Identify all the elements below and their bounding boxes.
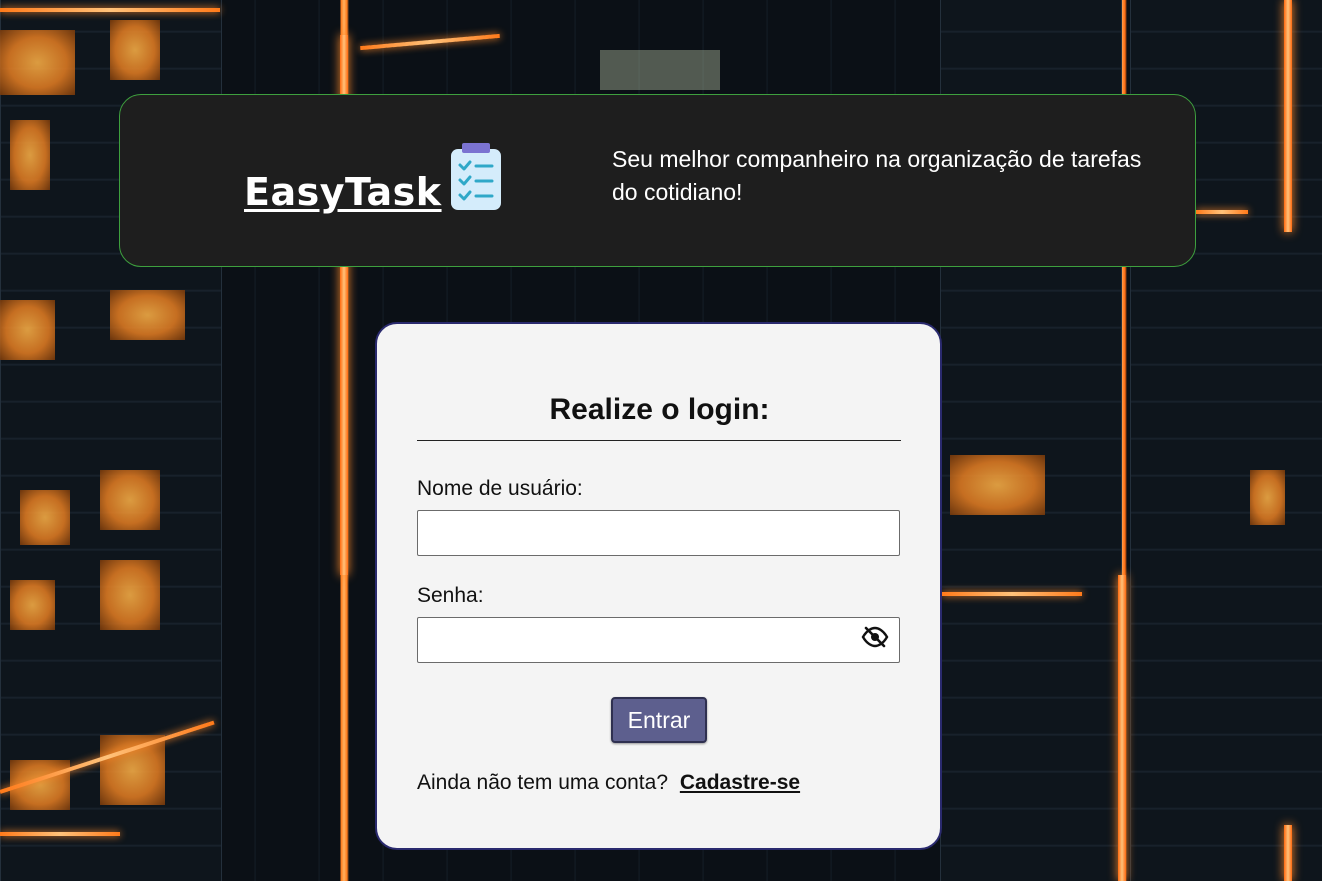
signup-prompt: Ainda não tem uma conta?: [417, 771, 668, 794]
signup-row: Ainda não tem uma conta? Cadastre-se: [417, 770, 800, 796]
username-input[interactable]: [417, 510, 900, 556]
username-label: Nome de usuário:: [417, 477, 583, 500]
title-divider: [417, 440, 901, 441]
header-banner: EasyTask Seu melhor companheiro na organ…: [119, 94, 1196, 267]
clipboard-checklist-icon: [451, 143, 501, 210]
login-button[interactable]: Entrar: [611, 697, 707, 743]
signup-link[interactable]: Cadastre-se: [680, 771, 800, 794]
login-title: Realize o login:: [549, 393, 770, 426]
tagline: Seu melhor companheiro na organização de…: [612, 146, 1142, 205]
eye-slash-icon[interactable]: [861, 626, 889, 648]
password-input[interactable]: [417, 617, 900, 663]
password-label: Senha:: [417, 584, 484, 607]
login-card: Realize o login: Nome de usuário: Senha:…: [375, 322, 942, 850]
brand-title[interactable]: EasyTask: [244, 168, 442, 216]
